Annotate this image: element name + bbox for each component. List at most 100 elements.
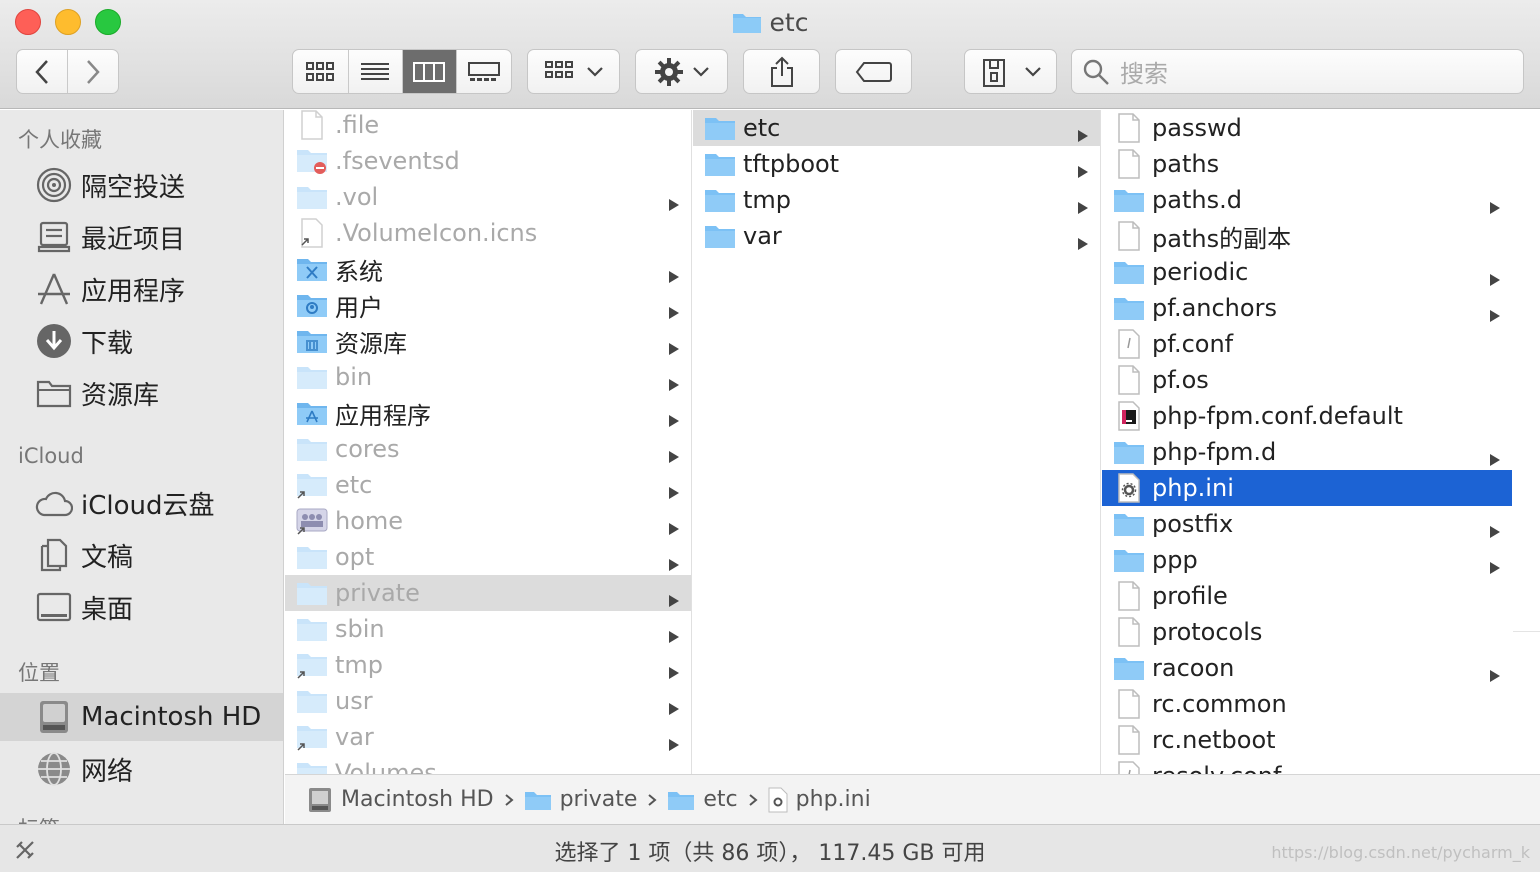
file-row[interactable]: var <box>693 218 1100 254</box>
chevron-down-icon <box>692 66 709 77</box>
path-separator-icon <box>647 788 657 812</box>
file-row[interactable]: 系统 <box>285 251 691 287</box>
file-row[interactable]: home <box>285 503 691 539</box>
sidebar-header-icloud: iCloud <box>18 444 84 468</box>
sidebar-item-recents[interactable]: 最近项目 <box>0 213 283 261</box>
path-separator-icon <box>748 788 758 812</box>
applications-icon <box>35 270 73 308</box>
disclosure-arrow-icon <box>667 550 681 571</box>
sidebar-item-icloud-drive[interactable]: iCloud云盘 <box>0 479 283 527</box>
search-input[interactable]: 搜索 <box>1120 54 1168 89</box>
file-name: ppp <box>1152 546 1198 574</box>
file-name: paths <box>1152 150 1220 178</box>
file-name: 系统 <box>335 257 383 286</box>
storage-menu-button[interactable] <box>964 49 1057 94</box>
edit-tags-button[interactable] <box>835 49 912 94</box>
file-name: pf.conf <box>1152 330 1234 358</box>
sidebar-item-library[interactable]: 资源库 <box>0 369 283 417</box>
path-item[interactable]: etc <box>667 787 738 812</box>
file-row[interactable]: opt <box>285 539 691 575</box>
list-view-button[interactable] <box>349 50 403 93</box>
file-name: etc <box>743 114 781 142</box>
file-row[interactable]: passwd <box>1102 110 1512 146</box>
column-view-button[interactable] <box>403 50 457 93</box>
file-row[interactable]: pf.conf <box>1102 326 1512 362</box>
file-row[interactable]: tftpboot <box>693 146 1100 182</box>
file-row[interactable]: paths的副本 <box>1102 218 1512 254</box>
file-name: private <box>335 579 420 607</box>
file-row[interactable]: profile <box>1102 578 1512 614</box>
gallery-view-button[interactable] <box>457 50 511 93</box>
file-name: resolv.conf <box>1152 762 1512 774</box>
file-row[interactable]: var <box>285 719 691 755</box>
sidebar-item-airdrop[interactable]: 隔空投送 <box>0 161 283 209</box>
file-row[interactable]: php-fpm.d <box>1102 434 1512 470</box>
file-name: php.ini <box>1152 474 1234 502</box>
file-row[interactable]: paths.d <box>1102 182 1512 218</box>
group-by-button[interactable] <box>527 49 620 94</box>
file-row[interactable]: Volumes <box>285 755 691 774</box>
disclosure-arrow-icon <box>667 514 681 535</box>
file-row[interactable]: paths <box>1102 146 1512 182</box>
sidebar-item-downloads[interactable]: 下载 <box>0 317 283 365</box>
file-name: sbin <box>335 615 385 643</box>
sidebar-item-macintosh-hd[interactable]: Macintosh HD <box>0 693 283 741</box>
file-row[interactable]: 应用程序 <box>285 395 691 431</box>
file-row[interactable]: pf.os <box>1102 362 1512 398</box>
path-item[interactable]: Macintosh HD <box>307 786 494 814</box>
file-row[interactable]: 用户 <box>285 287 691 323</box>
file-row[interactable]: etc <box>693 110 1100 146</box>
file-row[interactable]: postfix <box>1102 506 1512 542</box>
alias-file-icon <box>295 218 329 248</box>
folder-icon <box>667 789 695 811</box>
file-row[interactable]: rc.netboot <box>1102 722 1512 758</box>
file-row[interactable]: php.ini <box>1102 470 1512 506</box>
sidebar-item-desktop[interactable]: 桌面 <box>0 583 283 631</box>
folder-icon <box>1112 654 1146 682</box>
navigation-group <box>16 49 119 94</box>
file-row[interactable]: cores <box>285 431 691 467</box>
forward-button[interactable] <box>68 50 119 93</box>
file-row[interactable]: sbin <box>285 611 691 647</box>
file-row[interactable]: racoon <box>1102 650 1512 686</box>
file-row[interactable]: etc <box>285 467 691 503</box>
file-row[interactable]: rc.common <box>1102 686 1512 722</box>
file-row[interactable]: .vol <box>285 179 691 215</box>
file-row[interactable]: tmp <box>285 647 691 683</box>
action-menu-button[interactable] <box>635 49 728 94</box>
file-row[interactable]: .VolumeIcon.icns <box>285 215 691 251</box>
view-mode-group <box>292 49 512 94</box>
path-item-label: php.ini <box>795 787 871 812</box>
disclosure-arrow-icon <box>667 766 681 774</box>
folder-icon <box>295 579 329 607</box>
file-row[interactable]: ppp <box>1102 542 1512 578</box>
file-row[interactable]: pf.anchors <box>1102 290 1512 326</box>
path-item[interactable]: php.ini <box>768 787 871 813</box>
file-row[interactable]: 资源库 <box>285 323 691 359</box>
file-row[interactable]: usr <box>285 683 691 719</box>
file-name: tmp <box>743 186 792 214</box>
watermark-text: https://blog.csdn.net/pycharm_k <box>1271 843 1530 862</box>
file-name: tmp <box>335 651 384 679</box>
file-row[interactable]: protocols <box>1102 614 1512 650</box>
browser-column-root: .file .fseventsd .vol .VolumeIcon.icns 系统 用户资… <box>285 110 692 774</box>
file-row[interactable]: private <box>285 575 691 611</box>
file-row[interactable]: php-fpm.conf.default <box>1102 398 1512 434</box>
file-row[interactable]: bin <box>285 359 691 395</box>
sidebar-item-applications[interactable]: 应用程序 <box>0 265 283 313</box>
sidebar-item-network[interactable]: 网络 <box>0 745 283 793</box>
icon-view-button[interactable] <box>293 50 349 93</box>
share-button[interactable] <box>743 49 820 94</box>
sidebar-item-documents[interactable]: 文稿 <box>0 531 283 579</box>
file-row[interactable]: .file <box>285 110 691 143</box>
file-row[interactable]: .fseventsd <box>285 143 691 179</box>
back-button[interactable] <box>17 50 68 93</box>
file-row[interactable]: tmp <box>693 182 1100 218</box>
disclosure-arrow-icon <box>1076 229 1090 250</box>
path-item[interactable]: private <box>524 787 637 812</box>
file-name: 应用程序 <box>335 401 431 430</box>
search-field[interactable]: 搜索 <box>1071 49 1524 94</box>
file-row[interactable]: periodic <box>1102 254 1512 290</box>
disclosure-arrow-icon <box>667 334 681 355</box>
file-row[interactable]: resolv.conf <box>1102 758 1512 774</box>
